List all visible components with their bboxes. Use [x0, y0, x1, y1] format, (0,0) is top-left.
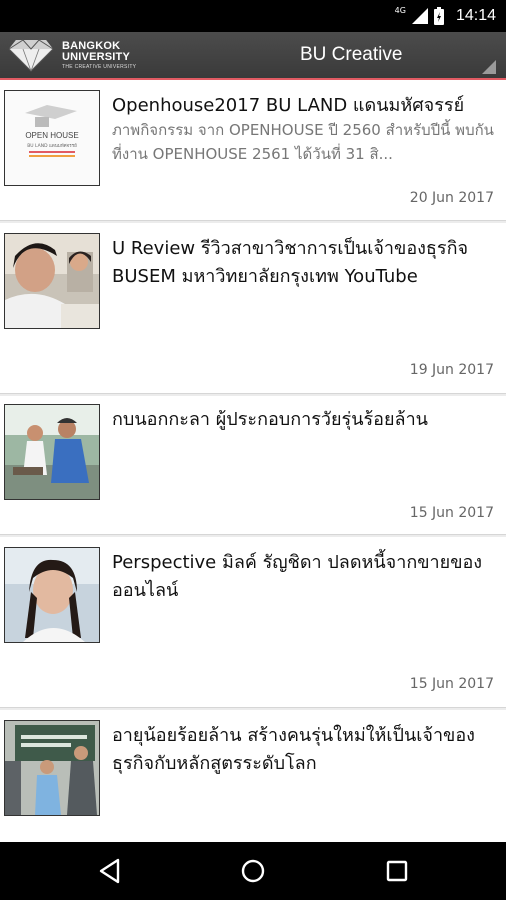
feed-item[interactable]: U Review รีวิวสาขาวิชาการเป็นเจ้าของธุรก… — [0, 223, 506, 393]
thumb-subtitle-text: BU LAND แดนมหัศจรรย์ — [27, 142, 77, 149]
system-nav-bar — [0, 842, 506, 900]
feed-item-title: U Review รีวิวสาขาวิชาการเป็นเจ้าของธุรก… — [112, 238, 469, 287]
app-title: BU Creative — [300, 44, 403, 65]
status-icons: 4G 14:14 — [395, 0, 496, 32]
status-bar: 4G 14:14 — [0, 0, 506, 32]
signal-icon — [411, 8, 428, 24]
feed-item[interactable]: อายุน้อยร้อยล้าน สร้างคนรุ่นใหม่ให้เป็นเ… — [0, 710, 506, 842]
feed-item-date: 20 Jun 2017 — [409, 190, 494, 206]
news-feed-list[interactable]: OPEN HOUSE BU LAND แดนมหัศจรรย์ Openhous… — [0, 80, 506, 842]
logo-line-1: BANGKOK — [62, 39, 121, 52]
back-icon[interactable] — [96, 856, 126, 886]
diamond-logo-icon — [8, 39, 54, 72]
thumb-open-house-text: OPEN HOUSE — [25, 131, 78, 140]
feed-item-date: 15 Jun 2017 — [409, 505, 494, 521]
recents-icon[interactable] — [382, 856, 412, 886]
feed-item-date: 15 Jun 2017 — [409, 676, 494, 692]
feed-item-thumbnail — [4, 720, 100, 816]
feed-item-thumbnail — [4, 404, 100, 500]
logo-wordmark: BANGKOK UNIVERSITY THE CREATIVE UNIVERSI… — [62, 39, 137, 70]
network-type-label: 4G — [394, 5, 406, 15]
feed-item-thumbnail — [4, 233, 100, 329]
logo-tagline: THE CREATIVE UNIVERSITY — [62, 63, 137, 70]
battery-icon — [433, 7, 444, 25]
feed-item-title: Openhouse2017 BU LAND แดนมหัศจรรย์ — [112, 95, 465, 116]
feed-item-description: ภาพกิจกรรม จาก OPENHOUSE ปี 2560 สำหรับป… — [112, 121, 494, 163]
feed-item-title: อายุน้อยร้อยล้าน สร้างคนรุ่นใหม่ให้เป็นเ… — [112, 725, 475, 774]
clock: 14:14 — [455, 7, 496, 24]
feed-item-date: 19 Jun 2017 — [409, 362, 494, 378]
feed-item[interactable]: กบนอกกะลา ผู้ประกอบการวัยรุ่นร้อยล้าน 15… — [0, 396, 506, 534]
feed-item-title: กบนอกกะลา ผู้ประกอบการวัยรุ่นร้อยล้าน — [112, 409, 428, 430]
app-bar: BANGKOK UNIVERSITY THE CREATIVE UNIVERSI… — [0, 32, 506, 80]
overflow-corner-icon[interactable] — [482, 60, 496, 74]
feed-item[interactable]: Perspective มิลค์ รัญชิดา ปลดหนี้จากขายข… — [0, 537, 506, 707]
feed-item-thumbnail: OPEN HOUSE BU LAND แดนมหัศจรรย์ — [4, 90, 100, 186]
feed-item-title: Perspective มิลค์ รัญชิดา ปลดหนี้จากขายข… — [112, 552, 483, 601]
bangkok-university-logo[interactable]: BANGKOK UNIVERSITY THE CREATIVE UNIVERSI… — [8, 38, 136, 72]
logo-line-2: UNIVERSITY — [62, 50, 131, 63]
home-icon[interactable] — [238, 856, 268, 886]
feed-item[interactable]: OPEN HOUSE BU LAND แดนมหัศจรรย์ Openhous… — [0, 80, 506, 220]
feed-item-thumbnail — [4, 547, 100, 643]
